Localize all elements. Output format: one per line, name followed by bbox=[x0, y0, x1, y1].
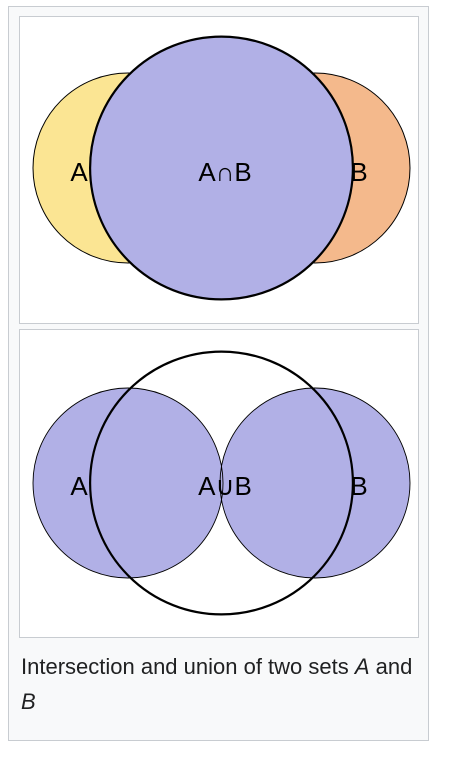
caption-set-a: A bbox=[354, 654, 370, 679]
intersection-label: A∩B bbox=[198, 157, 251, 187]
intersection-venn-diagram: A A∩B B bbox=[32, 35, 411, 301]
caption-text: Intersection and union of two sets bbox=[21, 654, 355, 679]
set-a-label: A bbox=[70, 157, 88, 187]
figure-container: A A∩B B A A∪B B Intersection and union o… bbox=[8, 6, 429, 741]
set-a-circle bbox=[33, 388, 223, 578]
caption-set-b: B bbox=[21, 689, 36, 714]
intersection-panel[interactable]: A A∩B B bbox=[19, 16, 419, 324]
figure-caption: Intersection and union of two sets A and… bbox=[21, 649, 416, 719]
caption-conjunction: and bbox=[369, 654, 413, 679]
set-b-label: B bbox=[350, 471, 367, 501]
set-a-label: A bbox=[70, 471, 88, 501]
set-b-label: B bbox=[350, 157, 367, 187]
union-label: A∪B bbox=[198, 471, 252, 501]
union-venn-diagram: A A∪B B bbox=[32, 350, 411, 616]
union-panel[interactable]: A A∪B B bbox=[19, 329, 419, 638]
